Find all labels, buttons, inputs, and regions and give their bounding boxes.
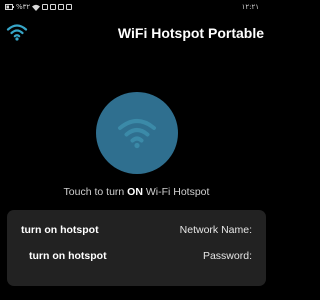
- status-bar: %٣٢ ١٢:٢١: [0, 0, 273, 16]
- battery-icon: [5, 4, 14, 10]
- network-name-value: turn on hotspot: [21, 224, 99, 236]
- notification-icon: [42, 4, 49, 10]
- status-icons: %٣٢: [5, 3, 73, 11]
- notification-icon: [58, 4, 65, 10]
- status-clock: ١٢:٢١: [241, 3, 259, 11]
- toggle-hint: Touch to turn ON Wi-Fi Hotspot: [0, 186, 273, 198]
- password-label: Password:: [202, 250, 252, 262]
- notification-icon: [66, 4, 73, 10]
- battery-percent: %٣٢: [16, 3, 31, 11]
- hint-suffix: Wi-Fi Hotspot: [142, 186, 210, 198]
- network-name-label: Network Name:: [179, 224, 252, 236]
- wifi-icon: [118, 119, 156, 149]
- app-header: WiFi Hotspot Portable: [0, 16, 273, 52]
- notification-icon: [50, 4, 57, 10]
- password-row: turn on hotspot Password:: [7, 250, 266, 266]
- hint-prefix: Touch to turn: [63, 186, 128, 198]
- wifi-icon: [6, 24, 28, 41]
- app-title: WiFi Hotspot Portable: [117, 25, 264, 41]
- password-value: turn on hotspot: [29, 250, 107, 262]
- hint-state: ON: [127, 186, 143, 198]
- hotspot-toggle-button[interactable]: [96, 92, 178, 174]
- hotspot-details-panel: turn on hotspot Network Name: turn on ho…: [7, 210, 266, 286]
- wifi-icon: [32, 4, 41, 11]
- network-name-row: turn on hotspot Network Name:: [7, 224, 266, 240]
